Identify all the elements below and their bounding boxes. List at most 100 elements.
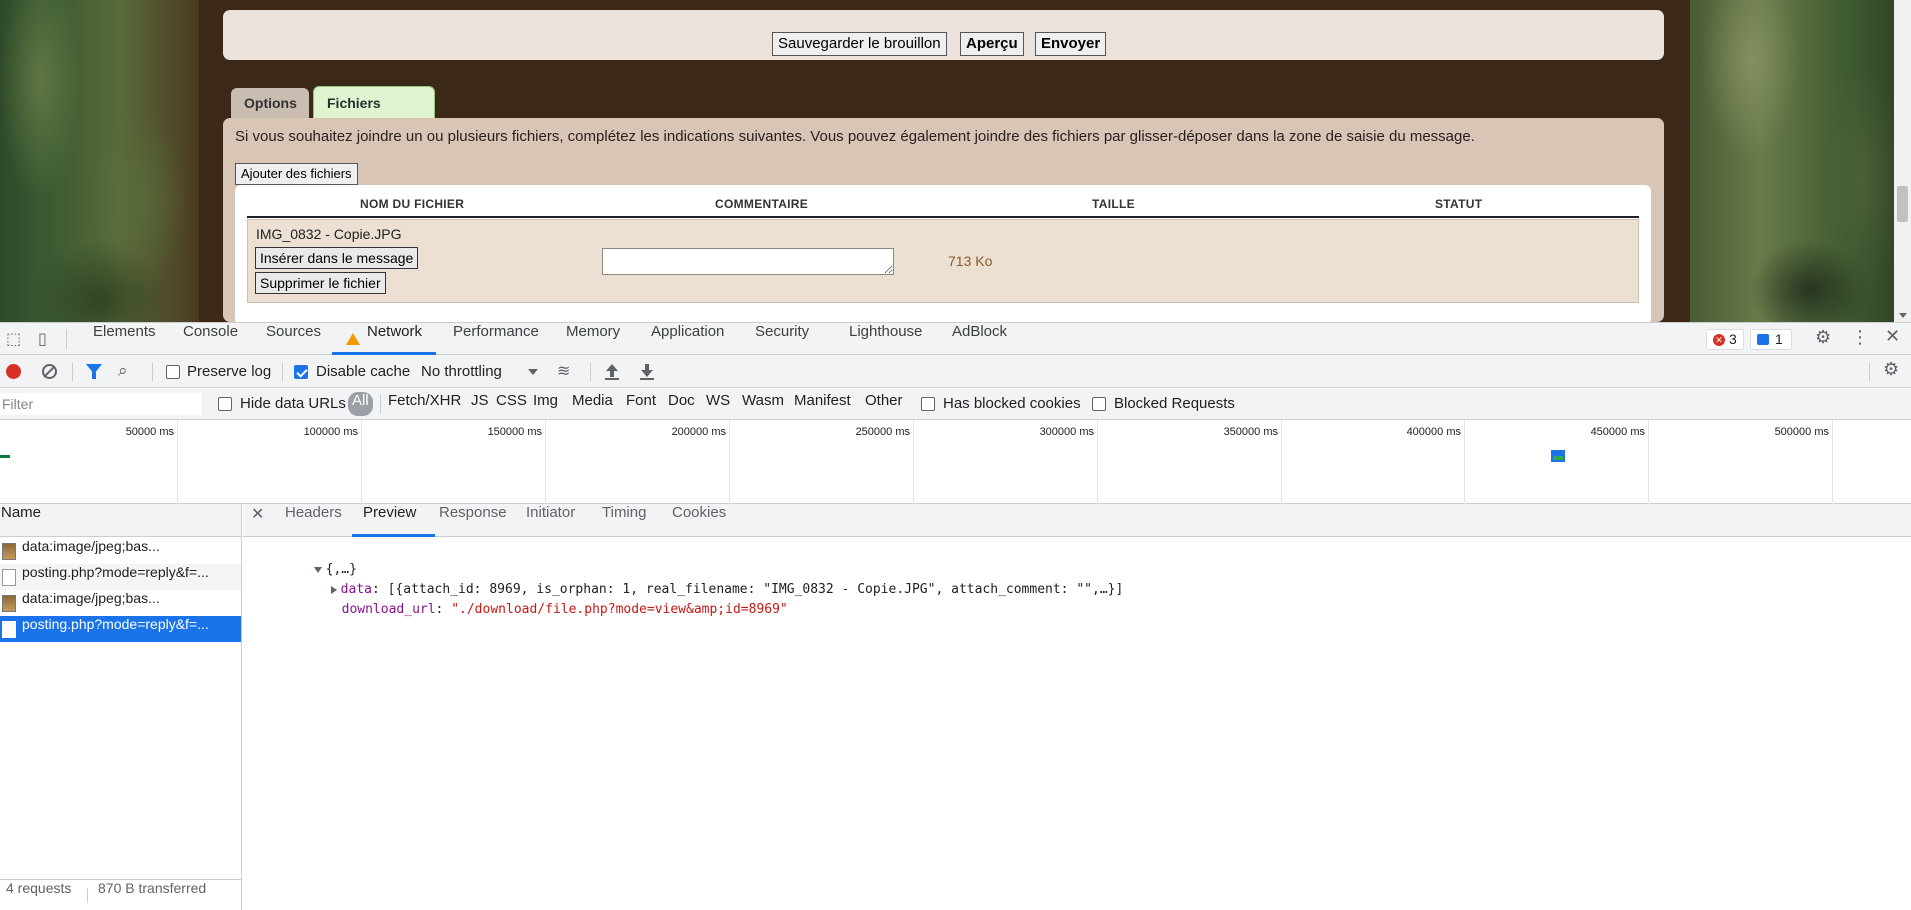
filter-type-media[interactable]: Media [568, 392, 617, 416]
record-icon[interactable] [6, 364, 21, 379]
delete-file-button[interactable]: Supprimer le fichier [255, 272, 386, 294]
filter-type-all[interactable]: All [348, 392, 373, 416]
filter-type-doc[interactable]: Doc [664, 392, 699, 416]
tab-application[interactable]: Application [651, 323, 724, 355]
blocked-requests-label: Blocked Requests [1114, 395, 1235, 412]
devtools-panel: ⬚ ▯ Elements Console Sources Network Per… [0, 322, 1911, 910]
network-toolbar: ⌕ Preserve log Disable cache No throttli… [0, 355, 1911, 388]
filter-type-wasm[interactable]: Wasm [738, 392, 788, 416]
tab-preview[interactable]: Preview [363, 504, 416, 521]
page-scrollbar-thumb[interactable] [1897, 186, 1908, 222]
has-blocked-cookies-checkbox[interactable] [921, 397, 935, 411]
filter-input[interactable]: Filter [0, 393, 202, 415]
attachment-comment-field[interactable] [602, 248, 894, 275]
tab-attachments[interactable]: Fichiers joints [313, 86, 435, 143]
timeline-tick: 50000 ms [125, 426, 174, 438]
network-settings-gear-icon[interactable]: ⚙ [1883, 361, 1899, 379]
save-draft-button[interactable]: Sauvegarder le brouillon [772, 32, 947, 56]
filter-type-manifest[interactable]: Manifest [790, 392, 855, 416]
more-options-icon[interactable]: ⋮ [1851, 329, 1869, 347]
attachments-panel: Si vous souhaitez joindre un ou plusieur… [223, 118, 1664, 322]
column-header-size: TAILLE [1092, 197, 1135, 211]
tab-headers[interactable]: Headers [285, 504, 342, 521]
devtools-tab-bar: ⬚ ▯ Elements Console Sources Network Per… [0, 323, 1911, 355]
filter-type-img[interactable]: Img [529, 392, 562, 416]
chevron-down-icon[interactable] [528, 369, 538, 375]
hide-data-urls-checkbox[interactable] [218, 397, 232, 411]
tab-options[interactable]: Options [231, 88, 309, 118]
close-devtools-icon[interactable]: ✕ [1885, 328, 1900, 346]
error-icon: ✕ [1713, 334, 1725, 346]
tab-response[interactable]: Response [439, 504, 507, 521]
tab-security[interactable]: Security [755, 323, 809, 355]
json-download-url-node[interactable]: download_url: "./download/file.php?mode=… [279, 587, 788, 632]
throttling-select[interactable]: No throttling [421, 363, 502, 380]
timeline-gridline [177, 420, 178, 504]
tab-memory[interactable]: Memory [566, 323, 620, 355]
tab-initiator[interactable]: Initiator [526, 504, 575, 521]
document-file-icon [2, 569, 16, 586]
request-row[interactable]: data:image/jpeg;bas... [0, 538, 241, 564]
preview-button[interactable]: Aperçu [960, 32, 1024, 56]
import-har-icon[interactable] [605, 364, 619, 380]
tab-sources[interactable]: Sources [266, 323, 321, 355]
request-row-selected[interactable]: posting.php?mode=reply&f=... [0, 616, 241, 642]
filter-type-font[interactable]: Font [622, 392, 660, 416]
timeline-tick: 150000 ms [487, 426, 542, 438]
tab-adblock[interactable]: AdBlock [952, 323, 1007, 355]
scroll-down-arrow-icon[interactable] [1899, 313, 1907, 318]
preserve-log-checkbox[interactable] [166, 365, 180, 379]
column-header-filename: NOM DU FICHIER [360, 197, 465, 211]
filter-type-fetch-xhr[interactable]: Fetch/XHR [384, 392, 465, 416]
device-toolbar-icon[interactable]: ▯ [38, 331, 47, 347]
insert-in-message-button[interactable]: Insérer dans le message [255, 247, 419, 269]
tab-performance[interactable]: Performance [453, 323, 539, 355]
timeline-gridline [729, 420, 730, 504]
tabbar-separator [66, 329, 67, 349]
add-files-button[interactable]: Ajouter des fichiers [235, 163, 358, 185]
error-count-badge[interactable]: ✕ 3 [1706, 329, 1744, 350]
send-button[interactable]: Envoyer [1035, 32, 1107, 56]
search-icon[interactable]: ⌕ [118, 363, 128, 380]
attachment-row: IMG_0832 - Copie.JPG Insérer dans le mes… [247, 219, 1639, 303]
toolbar-separator [1869, 363, 1870, 381]
json-key-download-url: download_url [341, 602, 436, 617]
tab-console[interactable]: Console [183, 323, 238, 355]
message-icon [1757, 334, 1769, 345]
disable-cache-checkbox[interactable] [294, 365, 308, 379]
message-count-badge[interactable]: 1 [1750, 329, 1792, 350]
inspect-element-icon[interactable]: ⬚ [6, 331, 21, 347]
column-header-comment: COMMENTAIRE [715, 197, 809, 211]
timeline-tick: 400000 ms [1406, 426, 1461, 438]
settings-gear-icon[interactable]: ⚙ [1815, 329, 1831, 347]
tab-network[interactable]: Network [367, 323, 422, 355]
blocked-requests-checkbox[interactable] [1092, 397, 1106, 411]
close-detail-icon[interactable]: ✕ [251, 504, 264, 524]
request-row[interactable]: posting.php?mode=reply&f=... [0, 564, 241, 590]
tab-elements[interactable]: Elements [93, 323, 156, 355]
filter-type-other[interactable]: Other [861, 392, 907, 416]
filter-separator [380, 395, 381, 413]
filter-type-js[interactable]: JS [467, 392, 493, 416]
request-row[interactable]: data:image/jpeg;bas... [0, 590, 241, 616]
page-scrollbar[interactable] [1894, 0, 1911, 322]
timeline-gridline [1097, 420, 1098, 504]
network-main-area: Name data:image/jpeg;bas... posting.php?… [0, 504, 1911, 910]
timeline-tick: 350000 ms [1223, 426, 1278, 438]
tab-cookies[interactable]: Cookies [672, 504, 726, 521]
has-blocked-cookies-label: Has blocked cookies [943, 395, 1081, 412]
network-conditions-icon[interactable]: ≋ [557, 363, 570, 379]
table-header-rule [247, 216, 1639, 218]
tab-lighthouse[interactable]: Lighthouse [849, 323, 922, 355]
background-jungle-right [1690, 0, 1911, 322]
filter-type-css[interactable]: CSS [492, 392, 531, 416]
column-header-status: STATUT [1435, 197, 1483, 211]
filter-funnel-icon[interactable] [86, 364, 102, 379]
filter-type-ws[interactable]: WS [702, 392, 734, 416]
export-har-icon[interactable] [640, 364, 654, 380]
request-list-header-name[interactable]: Name [0, 504, 241, 537]
tab-timing[interactable]: Timing [602, 504, 646, 521]
network-timeline-overview[interactable]: 50000 ms 100000 ms 150000 ms 200000 ms 2… [0, 420, 1911, 504]
image-file-icon [2, 543, 16, 560]
clear-icon[interactable] [42, 364, 57, 379]
